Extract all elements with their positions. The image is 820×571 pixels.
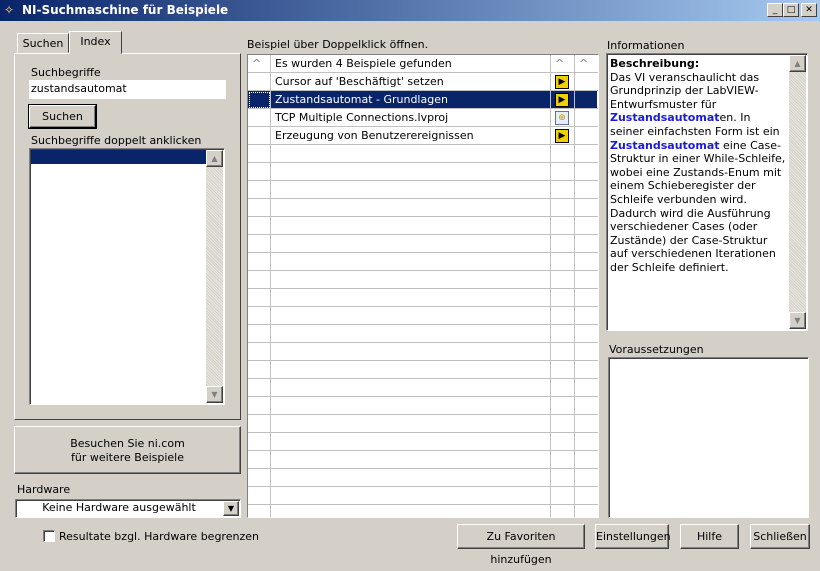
- results-table[interactable]: ^ Es wurden 4 Beispiele gefunden ^ ^ Cur…: [247, 54, 599, 518]
- limit-hardware-label: Resultate bzgl. Hardware begrenzen: [59, 530, 259, 543]
- title-bar: ✧ NI-Suchmaschine für Beispiele: [0, 0, 820, 21]
- scroll-down-icon[interactable]: ▼: [789, 312, 806, 329]
- example-name: Erzeugung von Benutzerereignissen: [271, 127, 551, 145]
- search-input[interactable]: zustandsautomat: [29, 80, 226, 99]
- scroll-up-icon[interactable]: ▲: [789, 55, 806, 72]
- sort-col-3[interactable]: ^: [551, 55, 575, 73]
- hardware-label: Hardware: [17, 483, 71, 496]
- vi-icon: ▶: [555, 75, 569, 89]
- example-name: Zustandsautomat - Grundlagen: [271, 91, 551, 109]
- info-box[interactable]: Beschreibung: Das VI veranschaulicht das…: [606, 53, 808, 331]
- close-button[interactable]: ✕: [801, 3, 817, 17]
- search-terms-label: Suchbegriffe: [31, 66, 101, 79]
- visit-line-2: für weitere Beispiele: [70, 451, 185, 464]
- scroll-down-icon[interactable]: ▼: [206, 386, 223, 403]
- results-label: Beispiel über Doppelklick öffnen.: [247, 38, 429, 51]
- hardware-selected: Keine Hardware ausgewählt: [42, 501, 196, 514]
- description-text: Das VI veranschaulicht das Grundprinzip …: [610, 70, 786, 274]
- limit-hardware-checkbox[interactable]: [43, 530, 55, 542]
- sort-col-4[interactable]: ^: [575, 55, 598, 73]
- description-heading: Beschreibung:: [610, 57, 700, 70]
- app-icon: ✧: [4, 3, 15, 17]
- tab-suchen[interactable]: Suchen: [17, 33, 69, 53]
- search-button[interactable]: Suchen: [28, 104, 97, 129]
- maximize-button[interactable]: □: [783, 3, 799, 17]
- hardware-select[interactable]: Keine Hardware ausgewählt ▼: [15, 499, 241, 518]
- requirements-box[interactable]: [608, 357, 809, 518]
- visit-ni-button[interactable]: Besuchen Sie ni.com für weitere Beispiel…: [14, 426, 241, 474]
- chevron-down-icon[interactable]: ▼: [223, 501, 239, 516]
- example-name: TCP Multiple Connections.lvproj: [271, 109, 551, 127]
- keyword-highlight: Zustandsautomat: [610, 138, 720, 152]
- tab-index[interactable]: Index: [69, 31, 122, 54]
- term-list-scrollbar[interactable]: ▲ ▼: [206, 150, 223, 403]
- info-label: Informationen: [607, 39, 685, 52]
- table-header: ^ Es wurden 4 Beispiele gefunden ^ ^: [248, 55, 597, 73]
- window-title: NI-Suchmaschine für Beispiele: [22, 3, 229, 17]
- vi-icon: ▶: [555, 129, 569, 143]
- term-list[interactable]: ▲ ▼: [29, 148, 225, 405]
- example-name: Cursor auf 'Beschäftigt' setzen: [271, 73, 551, 91]
- vi-icon: ▶: [555, 93, 569, 107]
- help-button[interactable]: Hilfe: [680, 524, 739, 549]
- settings-button[interactable]: Einstellungen: [595, 524, 671, 549]
- table-row[interactable]: TCP Multiple Connections.lvproj ⊕: [248, 109, 597, 127]
- scroll-up-icon[interactable]: ▲: [206, 150, 223, 167]
- keyword-highlight: Zustandsautomat: [610, 111, 720, 125]
- minimize-button[interactable]: _: [767, 3, 783, 17]
- term-list-selected-row[interactable]: [31, 150, 206, 164]
- table-row[interactable]: Erzeugung von Benutzerereignissen ▶: [248, 127, 597, 145]
- table-row[interactable]: Cursor auf 'Beschäftigt' setzen ▶: [248, 73, 597, 91]
- requirements-label: Voraussetzungen: [609, 343, 704, 356]
- sort-col-1[interactable]: ^: [248, 55, 271, 73]
- table-row[interactable]: Zustandsautomat - Grundlagen ▶: [248, 91, 597, 109]
- term-list-label: Suchbegriffe doppelt anklicken: [31, 134, 202, 147]
- results-count-header[interactable]: Es wurden 4 Beispiele gefunden: [271, 55, 551, 73]
- add-favorites-button[interactable]: Zu Favoriten hinzufügen: [457, 524, 585, 566]
- info-scrollbar[interactable]: ▲ ▼: [789, 55, 806, 329]
- visit-line-1: Besuchen Sie ni.com: [70, 437, 185, 450]
- close-dialog-button[interactable]: Schließen: [750, 524, 810, 549]
- project-icon: ⊕: [555, 111, 569, 125]
